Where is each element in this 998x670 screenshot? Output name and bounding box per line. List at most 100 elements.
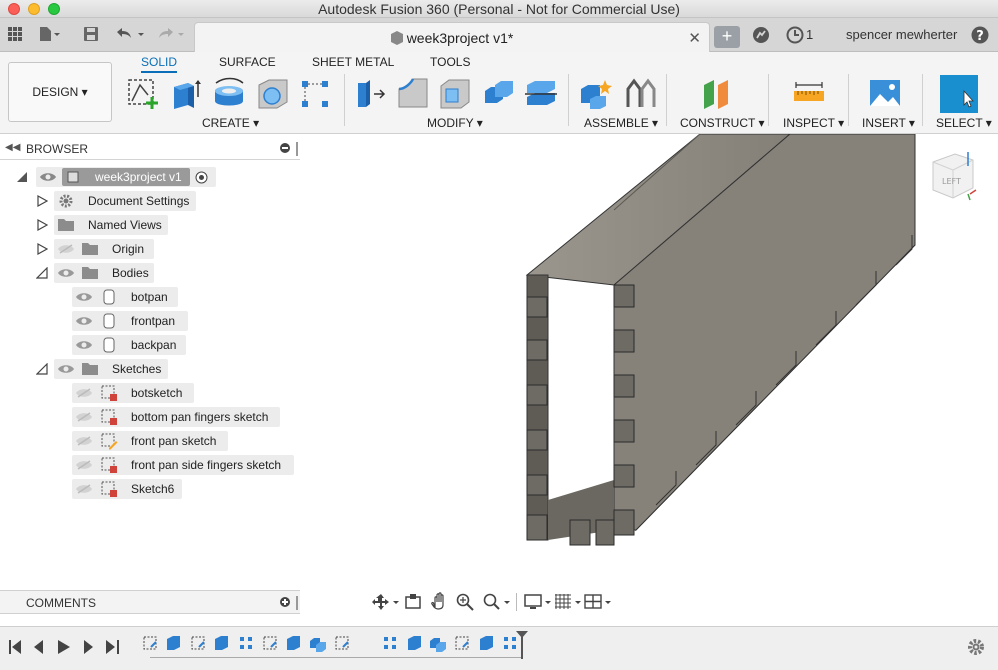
collapse-panel-icon[interactable]: ◀◀	[5, 142, 20, 153]
timeline-pattern-feature[interactable]	[240, 637, 252, 649]
go-to-start-icon[interactable]	[9, 640, 21, 654]
split-body-icon[interactable]	[524, 77, 558, 111]
eye-icon[interactable]	[40, 172, 56, 182]
timeline-sketch-feature[interactable]	[335, 636, 349, 650]
expand-triangle-icon[interactable]	[36, 363, 48, 375]
timeline-extrude-feature[interactable]	[215, 636, 228, 650]
viewports-icon[interactable]	[584, 593, 612, 611]
tree-item-body[interactable]: backpan	[0, 334, 300, 356]
timeline-extrude-feature[interactable]	[408, 636, 421, 650]
viewcube[interactable]: LEFT	[928, 148, 978, 204]
tree-item-sketch[interactable]: botsketch	[0, 382, 300, 404]
plus-icon[interactable]: +	[714, 26, 740, 48]
fillet-icon[interactable]	[396, 77, 430, 111]
tree-item-named-views[interactable]: Named Views	[0, 214, 300, 236]
timeline-sketch-feature[interactable]	[263, 636, 277, 650]
timeline-marker-handle[interactable]	[514, 629, 530, 661]
tab-solid[interactable]: SOLID	[141, 55, 178, 73]
create-sketch-icon[interactable]	[126, 77, 160, 111]
grid-icon[interactable]	[6, 26, 24, 44]
measure-icon[interactable]	[792, 77, 826, 111]
revolve-icon[interactable]	[212, 77, 246, 111]
minimize-panel-icon[interactable]	[280, 143, 290, 153]
assemble-menu[interactable]: ASSEMBLE ▾	[584, 116, 658, 130]
tab-tools[interactable]: TOOLS	[430, 55, 470, 69]
play-icon[interactable]	[58, 640, 70, 654]
tree-item-body[interactable]: frontpan	[0, 310, 300, 332]
shell-icon[interactable]	[438, 77, 472, 111]
timeline-extrude-feature[interactable]	[167, 636, 180, 650]
step-forward-icon[interactable]	[84, 640, 95, 654]
rectangular-pattern-icon[interactable]	[298, 77, 332, 111]
tab-sheet-metal[interactable]: SHEET METAL	[312, 55, 394, 69]
create-menu[interactable]: CREATE ▾	[202, 116, 259, 130]
new-component-icon[interactable]	[578, 77, 612, 111]
tree-item-sketch[interactable]: front pan side fingers sketch	[0, 454, 300, 476]
user-name[interactable]: spencer mewherter	[846, 27, 957, 42]
tree-item-sketch[interactable]: Sketch6	[0, 478, 300, 500]
eye-icon[interactable]	[76, 292, 92, 302]
go-to-end-icon[interactable]	[106, 640, 119, 654]
expand-triangle-icon[interactable]	[36, 267, 48, 279]
timeline-extrude-feature[interactable]	[480, 636, 493, 650]
zoom-icon[interactable]	[456, 593, 474, 611]
orbit-icon[interactable]	[372, 593, 400, 611]
eye-icon[interactable]	[76, 316, 92, 326]
timeline-pattern-feature[interactable]	[384, 637, 396, 649]
look-at-icon[interactable]	[404, 593, 422, 611]
job-status-icon[interactable]	[785, 26, 805, 44]
workspace-design-button[interactable]: DESIGN ▾	[8, 62, 112, 122]
eye-hidden-icon[interactable]	[76, 460, 92, 470]
redo-icon[interactable]	[156, 26, 190, 44]
file-icon[interactable]	[38, 26, 60, 44]
inspect-menu[interactable]: INSPECT ▾	[783, 116, 844, 130]
modify-menu[interactable]: MODIFY ▾	[427, 116, 483, 130]
press-pull-icon[interactable]	[352, 77, 386, 111]
tab-week3project[interactable]: week3project v1* ✕	[194, 22, 710, 52]
tree-root-row[interactable]: week3project v1	[0, 166, 300, 188]
eye-hidden-icon[interactable]	[76, 412, 92, 422]
help-icon[interactable]: ?	[970, 26, 990, 44]
timeline-combine-feature[interactable]	[430, 638, 446, 652]
tree-item-sketch[interactable]: bottom pan fingers sketch	[0, 406, 300, 428]
eye-hidden-icon[interactable]	[58, 244, 74, 254]
expand-triangle-icon[interactable]	[16, 171, 28, 183]
timeline-combine-feature[interactable]	[310, 638, 326, 652]
step-back-icon[interactable]	[34, 640, 44, 654]
joint-icon[interactable]	[622, 77, 656, 111]
add-comment-icon[interactable]	[280, 597, 290, 607]
timeline-extrude-feature[interactable]	[287, 636, 300, 650]
undo-icon[interactable]	[114, 26, 148, 44]
collapse-triangle-icon[interactable]	[36, 243, 48, 255]
insert-menu[interactable]: INSERT ▾	[862, 116, 915, 130]
collapse-triangle-icon[interactable]	[36, 195, 48, 207]
close-icon[interactable]: ✕	[688, 29, 701, 47]
settings-gear-icon[interactable]	[966, 637, 986, 657]
grid-snaps-icon[interactable]	[554, 593, 582, 611]
comments-panel-header[interactable]: COMMENTS	[0, 590, 300, 614]
extensions-icon[interactable]	[751, 26, 771, 44]
pan-hand-icon[interactable]	[430, 592, 448, 610]
activate-radio-icon[interactable]	[195, 171, 208, 184]
timeline-sketch-feature[interactable]	[191, 636, 205, 650]
construct-menu[interactable]: CONSTRUCT ▾	[680, 116, 764, 130]
tree-item-sketch[interactable]: front pan sketch	[0, 430, 300, 452]
panel-resize-handle[interactable]	[296, 142, 298, 156]
select-icon[interactable]	[940, 75, 978, 113]
tab-surface[interactable]: SURFACE	[219, 55, 276, 69]
eye-hidden-icon[interactable]	[76, 388, 92, 398]
eye-icon[interactable]	[58, 268, 74, 278]
3d-canvas-viewport[interactable]: LEFT	[300, 134, 998, 626]
tree-item-bodies[interactable]: Bodies	[0, 262, 300, 284]
select-menu[interactable]: SELECT ▾	[936, 116, 992, 130]
combine-icon[interactable]	[482, 77, 516, 111]
extrude-icon[interactable]	[170, 77, 204, 111]
tree-item-sketches[interactable]: Sketches	[0, 358, 300, 380]
tree-item-document-settings[interactable]: Document Settings	[0, 190, 300, 212]
timeline-sketch-feature[interactable]	[455, 636, 469, 650]
eye-icon[interactable]	[76, 340, 92, 350]
collapse-triangle-icon[interactable]	[36, 219, 48, 231]
tree-item-body[interactable]: botpan	[0, 286, 300, 308]
hole-icon[interactable]	[256, 77, 290, 111]
fit-zoom-icon[interactable]	[482, 593, 510, 611]
